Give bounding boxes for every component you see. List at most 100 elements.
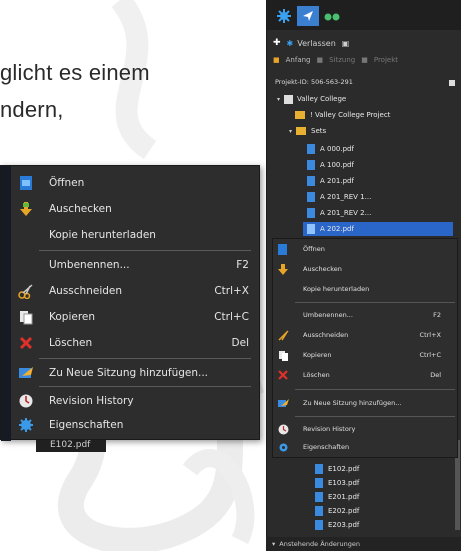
menu-item-label: Kopieren <box>49 311 96 323</box>
gear-icon[interactable] <box>273 6 295 26</box>
menu-item-delete[interactable]: Löschen Del <box>13 330 257 356</box>
menu-item-label: Kopie herunterladen <box>49 229 156 241</box>
menu-item-label: Löschen <box>49 337 93 349</box>
menu-item-open[interactable]: Öffnen <box>13 170 257 196</box>
pdf-file-icon <box>315 520 323 530</box>
menu-item-add-to-session[interactable]: Zu Neue Sitzung hinzufügen... <box>273 393 459 413</box>
tree-item-sets[interactable]: ▾ Sets <box>289 124 449 138</box>
tree-item-project-folder[interactable]: ! Valley College Project <box>295 108 455 122</box>
home-icon: ■ <box>273 56 280 64</box>
tree-item-selected-file[interactable]: A 202.pdf <box>303 222 453 236</box>
menu-item-add-to-session[interactable]: Zu Neue Sitzung hinzufügen... <box>13 360 257 386</box>
delete-icon <box>17 334 35 352</box>
document-text-line-1: glicht es einem <box>0 60 150 85</box>
menu-separator <box>39 250 251 251</box>
tree-item-file[interactable]: E201.pdf <box>315 490 445 504</box>
pdf-file-icon <box>315 506 323 516</box>
menu-separator <box>295 416 455 417</box>
pdf-file-icon <box>315 492 323 502</box>
project-icon: ■ <box>361 56 368 64</box>
home-button[interactable]: Anfang <box>286 56 311 64</box>
tree-item-file[interactable]: A 201_REV 2... <box>307 206 447 220</box>
collapse-icon[interactable] <box>449 80 455 86</box>
menu-item-label: Umbenennen... <box>49 259 130 271</box>
menu-item-revision-history[interactable]: Revision History <box>273 419 459 439</box>
chevron-down-icon: ▾ <box>289 127 293 135</box>
checkout-icon <box>277 263 289 275</box>
tree-item-file[interactable]: E203.pdf <box>315 518 445 532</box>
menu-shortcut: Ctrl+X <box>214 285 249 297</box>
chevron-down-icon: ▾ <box>272 540 276 548</box>
project-icon <box>284 94 294 104</box>
project-button[interactable]: Projekt <box>374 56 398 64</box>
copy-icon <box>17 308 35 326</box>
add-icon[interactable]: ✚ <box>273 38 281 48</box>
menu-item-label: Revision History <box>49 395 134 407</box>
properties-icon <box>277 441 289 453</box>
session-icon: ■ <box>316 56 324 64</box>
menu-shortcut: Ctrl+C <box>214 311 249 323</box>
menu-item-properties[interactable]: Eigenschaften <box>273 437 459 457</box>
menu-item-download-copy[interactable]: Kopie herunterladen <box>273 279 459 299</box>
pdf-file-icon <box>307 176 315 186</box>
history-icon <box>17 392 35 410</box>
menu-item-revision-history[interactable]: Revision History <box>13 388 257 414</box>
menu-item-open[interactable]: Öffnen <box>273 239 459 259</box>
folder-icon <box>296 127 307 135</box>
menu-shortcut: F2 <box>236 259 249 271</box>
tree-item-file[interactable]: A 100.pdf <box>307 158 447 172</box>
menu-item-delete[interactable]: Löschen Del <box>273 365 459 385</box>
menu-item-label: Eigenschaften <box>49 419 124 431</box>
leave-icon[interactable]: ✱ <box>287 39 294 48</box>
context-menu: Öffnen Auschecken Kopie herunterladen Um… <box>0 165 260 441</box>
pdf-file-icon <box>307 144 315 154</box>
history-icon <box>277 423 289 435</box>
add-to-session-icon <box>277 397 289 409</box>
pdf-file-icon <box>315 464 323 474</box>
copy-icon <box>277 349 289 361</box>
menu-item-copy[interactable]: Kopieren Ctrl+C <box>13 304 257 330</box>
menu-item-cut[interactable]: Ausschneiden Ctrl+X <box>273 325 459 345</box>
tree-item-file[interactable]: A 000.pdf <box>307 142 447 156</box>
menu-item-properties[interactable]: Eigenschaften <box>13 412 257 438</box>
context-menu-small: Öffnen Auschecken Kopie herunterladen Um… <box>272 238 458 458</box>
tree-item-valley-college[interactable]: ▾ Valley College <box>277 92 457 106</box>
menu-item-label: Auschecken <box>49 203 112 215</box>
panel-tabs <box>267 0 461 30</box>
menu-shortcut: Del <box>231 337 249 349</box>
document-text-line-2: ndern, <box>0 97 64 122</box>
pending-changes-bar[interactable]: ▾ Anstehende Änderungen <box>266 537 461 551</box>
panel-toolbar-secondary: ■ Anfang ■ Sitzung ■ Projekt <box>267 54 461 72</box>
leave-button[interactable]: Verlassen <box>297 39 336 48</box>
list-item-partial: E102.pdf <box>36 440 106 452</box>
session-button[interactable]: Sitzung <box>329 56 355 64</box>
background-strip <box>1 166 11 441</box>
menu-separator <box>295 389 455 390</box>
menu-item-checkout[interactable]: Auschecken <box>273 259 459 279</box>
panel-toolbar: ✚ ✱ Verlassen ▣ <box>267 30 461 56</box>
scissors-icon <box>17 282 35 300</box>
tree-item-file[interactable]: E102.pdf <box>315 462 445 476</box>
tree-item-file[interactable]: A 201.pdf <box>307 174 447 188</box>
menu-item-cut[interactable]: Ausschneiden Ctrl+X <box>13 278 257 304</box>
tab-studio[interactable] <box>297 6 319 26</box>
menu-item-checkout[interactable]: Auschecken <box>13 196 257 222</box>
tree-item-file[interactable]: E103.pdf <box>315 476 445 490</box>
add-to-session-icon <box>17 364 35 382</box>
menu-item-download-copy[interactable]: Kopie herunterladen <box>13 222 257 248</box>
chevron-down-icon: ▾ <box>277 95 281 103</box>
menu-item-copy[interactable]: Kopieren Ctrl+C <box>273 345 459 365</box>
menu-item-label: Öffnen <box>49 177 85 189</box>
pdf-file-icon <box>307 192 315 202</box>
folder-icon <box>295 111 305 119</box>
tree-item-file[interactable]: A 201_REV 1... <box>307 190 447 204</box>
menu-item-rename[interactable]: Umbenennen... F2 <box>13 252 257 278</box>
tree-item-file[interactable]: E202.pdf <box>315 504 445 518</box>
tab-binoculars[interactable] <box>321 6 343 26</box>
pdf-file-icon <box>307 160 315 170</box>
menu-item-rename[interactable]: Umbenennen... F2 <box>273 305 459 325</box>
panel-options-icon[interactable]: ▣ <box>342 39 350 48</box>
pdf-file-icon <box>307 224 315 234</box>
delete-icon <box>277 369 289 381</box>
menu-separator <box>295 302 455 303</box>
